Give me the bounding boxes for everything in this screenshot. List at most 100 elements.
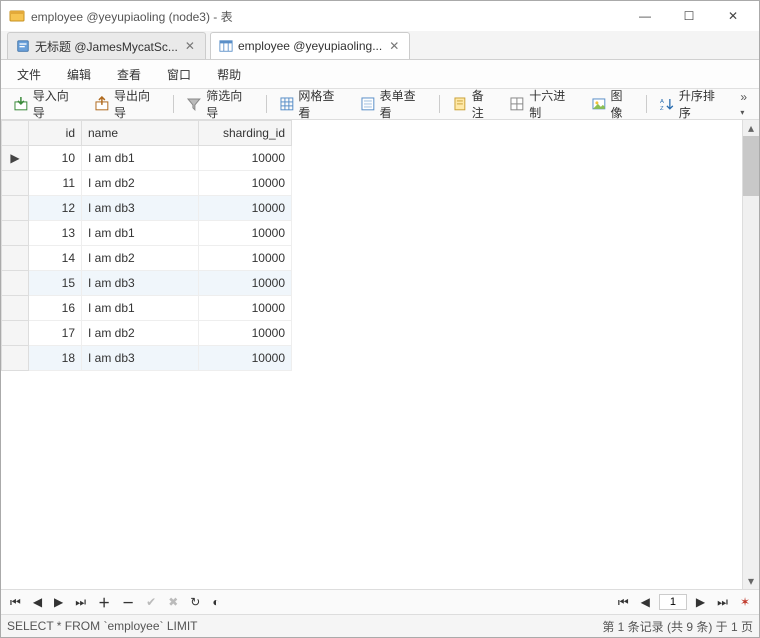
table-row[interactable]: 16I am db110000 — [2, 296, 292, 321]
grid-view-button[interactable]: 网格查看 — [273, 84, 352, 124]
data-grid[interactable]: id name sharding_id ▶10I am db11000011I … — [1, 120, 742, 589]
cell-name[interactable]: I am db3 — [82, 196, 199, 221]
cell-name[interactable]: I am db2 — [82, 171, 199, 196]
row-marker[interactable] — [2, 271, 29, 296]
button-label: 表单查看 — [380, 87, 427, 121]
cell-id[interactable]: 14 — [29, 246, 82, 271]
cell-sharding-id[interactable]: 10000 — [199, 146, 292, 171]
cell-id[interactable]: 16 — [29, 296, 82, 321]
button-label: 导入向导 — [33, 87, 80, 121]
hex-button[interactable]: 十六进制 — [503, 84, 582, 124]
cell-id[interactable]: 15 — [29, 271, 82, 296]
last-page-button[interactable]: ⏭ — [714, 593, 731, 612]
cell-name[interactable]: I am db2 — [82, 321, 199, 346]
table-row[interactable]: 15I am db310000 — [2, 271, 292, 296]
cell-id[interactable]: 13 — [29, 221, 82, 246]
tab-untitled[interactable]: 无标题 @JamesMycatSc... ✕ — [7, 32, 206, 59]
cell-name[interactable]: I am db2 — [82, 246, 199, 271]
cell-name[interactable]: I am db1 — [82, 221, 199, 246]
row-marker[interactable] — [2, 221, 29, 246]
cell-sharding-id[interactable]: 10000 — [199, 196, 292, 221]
menu-file[interactable]: 文件 — [7, 62, 51, 87]
close-button[interactable]: ✕ — [711, 2, 755, 30]
filter-wizard-button[interactable]: 筛选向导 — [180, 84, 259, 124]
menu-window[interactable]: 窗口 — [157, 62, 201, 87]
button-label: 网格查看 — [298, 87, 345, 121]
minimize-button[interactable]: — — [623, 2, 667, 30]
sort-asc-button[interactable]: AZ 升序排序 — [653, 84, 732, 124]
settings-icon[interactable]: ✶ — [737, 593, 753, 611]
image-button[interactable]: 图像 — [585, 84, 640, 124]
button-label: 升序排序 — [679, 87, 726, 121]
row-marker[interactable] — [2, 321, 29, 346]
last-record-button[interactable]: ⏭ — [72, 593, 89, 612]
cell-id[interactable]: 11 — [29, 171, 82, 196]
apply-button[interactable]: ✔ — [143, 593, 159, 611]
table-row[interactable]: 14I am db210000 — [2, 246, 292, 271]
menu-view[interactable]: 查看 — [107, 62, 151, 87]
table-row[interactable]: 17I am db210000 — [2, 321, 292, 346]
form-view-button[interactable]: 表单查看 — [354, 84, 433, 124]
row-marker[interactable] — [2, 246, 29, 271]
row-header-blank[interactable] — [2, 121, 29, 146]
column-name[interactable]: name — [82, 121, 199, 146]
prev-page-button[interactable]: ◀ — [638, 593, 653, 611]
row-marker[interactable]: ▶ — [2, 146, 29, 171]
cell-sharding-id[interactable]: 10000 — [199, 271, 292, 296]
refresh-button[interactable]: ↻ — [187, 593, 203, 611]
add-record-button[interactable]: ＋ — [95, 592, 113, 613]
row-marker[interactable] — [2, 346, 29, 371]
cell-id[interactable]: 18 — [29, 346, 82, 371]
cancel-edit-button[interactable]: ✖ — [165, 593, 181, 611]
scroll-up-icon[interactable]: ▴ — [743, 120, 759, 136]
toolbar-overflow-button[interactable]: » ▾ — [734, 87, 753, 121]
maximize-button[interactable]: ☐ — [667, 2, 711, 30]
table-row[interactable]: 12I am db310000 — [2, 196, 292, 221]
column-id[interactable]: id — [29, 121, 82, 146]
row-marker[interactable] — [2, 171, 29, 196]
cell-name[interactable]: I am db1 — [82, 146, 199, 171]
hex-icon — [509, 96, 525, 112]
cell-sharding-id[interactable]: 10000 — [199, 246, 292, 271]
column-sharding-id[interactable]: sharding_id — [199, 121, 292, 146]
cell-sharding-id[interactable]: 10000 — [199, 346, 292, 371]
vertical-scrollbar[interactable]: ▴ ▾ — [742, 120, 759, 589]
row-marker[interactable] — [2, 296, 29, 321]
table-row[interactable]: 13I am db110000 — [2, 221, 292, 246]
first-record-button[interactable]: ⏮ — [7, 593, 24, 612]
cell-name[interactable]: I am db1 — [82, 296, 199, 321]
tab-close-icon[interactable]: ✕ — [387, 39, 401, 53]
stop-button[interactable]: ◐ — [209, 593, 222, 611]
chevron-down-icon: ▾ — [740, 108, 744, 117]
cell-id[interactable]: 10 — [29, 146, 82, 171]
cell-name[interactable]: I am db3 — [82, 271, 199, 296]
next-page-button[interactable]: ▶ — [693, 593, 708, 611]
cell-sharding-id[interactable]: 10000 — [199, 321, 292, 346]
menu-help[interactable]: 帮助 — [207, 62, 251, 87]
table-row[interactable]: 18I am db310000 — [2, 346, 292, 371]
scroll-thumb[interactable] — [743, 136, 759, 196]
cell-sharding-id[interactable]: 10000 — [199, 296, 292, 321]
cell-sharding-id[interactable]: 10000 — [199, 171, 292, 196]
cell-id[interactable]: 12 — [29, 196, 82, 221]
row-marker[interactable] — [2, 196, 29, 221]
table-row[interactable]: 11I am db210000 — [2, 171, 292, 196]
tab-employee[interactable]: employee @yeyupiaoling... ✕ — [210, 32, 410, 59]
status-sql: SELECT * FROM `employee` LIMIT — [7, 619, 198, 633]
prev-record-button[interactable]: ◀ — [30, 593, 45, 611]
button-label: 图像 — [610, 87, 634, 121]
next-record-button[interactable]: ▶ — [51, 593, 66, 611]
export-wizard-button[interactable]: 导出向导 — [88, 84, 167, 124]
scroll-down-icon[interactable]: ▾ — [743, 573, 759, 589]
cell-name[interactable]: I am db3 — [82, 346, 199, 371]
memo-button[interactable]: 备注 — [446, 84, 501, 124]
table-row[interactable]: ▶10I am db110000 — [2, 146, 292, 171]
first-page-button[interactable]: ⏮ — [615, 593, 632, 612]
menu-edit[interactable]: 编辑 — [57, 62, 101, 87]
tab-close-icon[interactable]: ✕ — [183, 39, 197, 53]
cell-id[interactable]: 17 — [29, 321, 82, 346]
delete-record-button[interactable]: － — [119, 592, 137, 613]
page-input[interactable] — [659, 594, 687, 610]
import-wizard-button[interactable]: 导入向导 — [7, 84, 86, 124]
cell-sharding-id[interactable]: 10000 — [199, 221, 292, 246]
